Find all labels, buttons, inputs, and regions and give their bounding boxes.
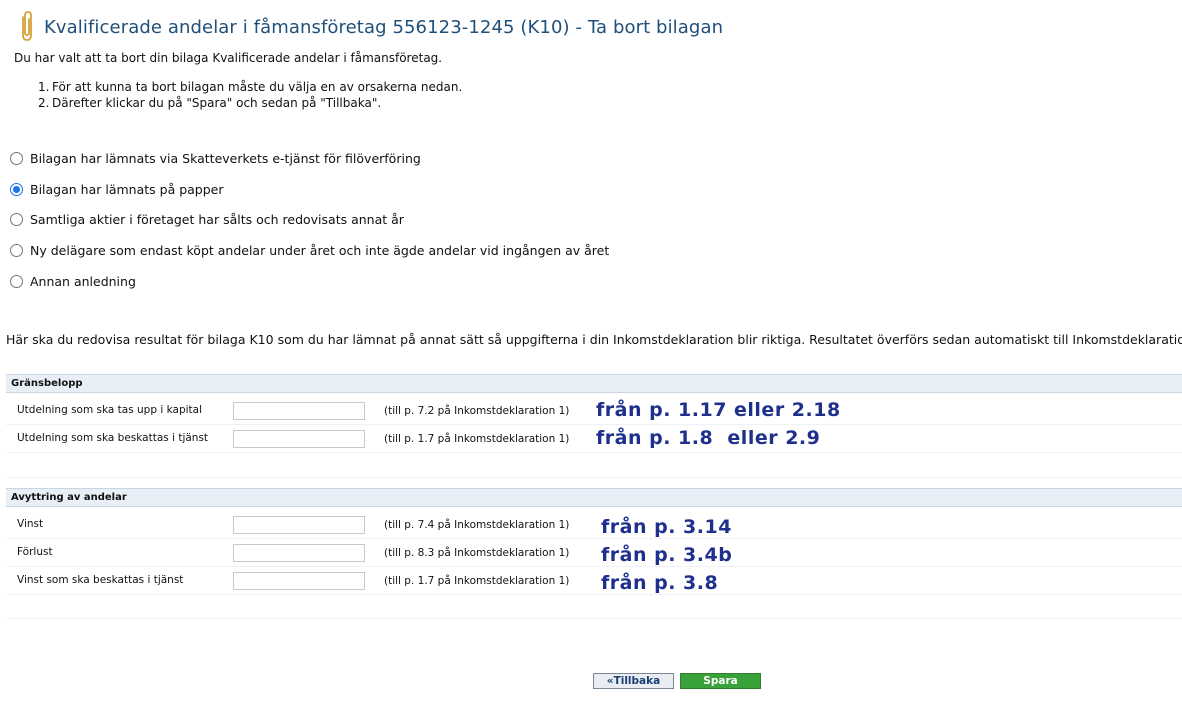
field-reference: (till p. 1.7 på Inkomstdeklaration 1) xyxy=(384,433,570,445)
reason-label: Bilagan har lämnats via Skatteverkets e-… xyxy=(30,151,421,166)
field-label: Förlust xyxy=(17,546,53,558)
vinst-tjanst-input[interactable] xyxy=(233,572,365,590)
handwritten-note: från p. 1.17 eller 2.18 xyxy=(596,399,841,421)
handwritten-note: från p. 3.14 xyxy=(601,516,732,538)
avyttring-section: Avyttring av andelar Vinst (till p. 7.4 … xyxy=(6,488,1182,619)
field-label: Utdelning som ska beskattas i tjänst xyxy=(17,432,209,444)
form-row: Utdelning som ska tas upp i kapital (til… xyxy=(6,397,1182,425)
section-header: Avyttring av andelar xyxy=(6,489,1182,507)
reason-label: Bilagan har lämnats på papper xyxy=(30,182,224,197)
page-header: Kvalificerade andelar i fåmansföretag 55… xyxy=(16,10,723,44)
back-button[interactable]: «Tillbaka xyxy=(593,673,674,689)
forlust-input[interactable] xyxy=(233,544,365,562)
radio-button-selected[interactable] xyxy=(10,183,23,196)
info-text: Här ska du redovisa resultat för bilaga … xyxy=(6,332,1182,347)
form-row: Utdelning som ska beskattas i tjänst (ti… xyxy=(6,425,1182,453)
instruction-list: 1. För att kunna ta bort bilagan måste du… xyxy=(38,79,462,111)
instruction-step: 1. För att kunna ta bort bilagan måste du… xyxy=(38,80,463,94)
utdelning-kapital-input[interactable] xyxy=(233,402,365,420)
field-label: Vinst som ska beskattas i tjänst xyxy=(17,574,184,586)
radio-button[interactable] xyxy=(10,152,23,165)
intro-text: Du har valt att ta bort din bilaga Kvali… xyxy=(14,51,443,65)
handwritten-note: från p. 1.8 eller 2.9 xyxy=(596,427,821,449)
form-row: Förlust (till p. 8.3 på Inkomstdeklarati… xyxy=(6,539,1182,567)
reason-option-papper[interactable]: Bilagan har lämnats på papper xyxy=(10,182,224,197)
radio-button[interactable] xyxy=(10,213,23,226)
handwritten-note: från p. 3.4b xyxy=(601,544,733,566)
field-label: Utdelning som ska tas upp i kapital xyxy=(17,404,202,416)
paperclip-icon xyxy=(22,11,32,41)
form-row: Vinst som ska beskattas i tjänst (till p… xyxy=(6,567,1182,595)
page-title: Kvalificerade andelar i fåmansföretag 55… xyxy=(44,16,724,38)
instruction-step: 2. Därefter klickar du på "Spara" och sed… xyxy=(38,96,382,110)
section-header: Gränsbelopp xyxy=(6,375,1182,393)
form-row: Vinst (till p. 7.4 på Inkomstdeklaration… xyxy=(6,511,1182,539)
field-reference: (till p. 7.2 på Inkomstdeklaration 1) xyxy=(384,405,570,417)
reason-option-annan[interactable]: Annan anledning xyxy=(10,274,136,289)
field-reference: (till p. 1.7 på Inkomstdeklaration 1) xyxy=(384,575,570,587)
save-button[interactable]: Spara xyxy=(680,673,761,689)
reason-option-filoverforing[interactable]: Bilagan har lämnats via Skatteverkets e-… xyxy=(10,151,421,166)
reason-option-salda-aktier[interactable]: Samtliga aktier i företaget har sålts oc… xyxy=(10,212,404,227)
reason-label: Annan anledning xyxy=(30,274,136,289)
reason-label: Ny delägare som endast köpt andelar unde… xyxy=(30,243,610,258)
row-divider xyxy=(6,452,1182,453)
field-reference: (till p. 7.4 på Inkomstdeklaration 1) xyxy=(384,519,570,531)
field-reference: (till p. 8.3 på Inkomstdeklaration 1) xyxy=(384,547,570,559)
field-label: Vinst xyxy=(17,518,44,530)
radio-button[interactable] xyxy=(10,275,23,288)
utdelning-tjanst-input[interactable] xyxy=(233,430,365,448)
radio-button[interactable] xyxy=(10,244,23,257)
gransbelopp-section: Gränsbelopp Utdelning som ska tas upp i … xyxy=(6,374,1182,478)
vinst-input[interactable] xyxy=(233,516,365,534)
reason-option-ny-delagare[interactable]: Ny delägare som endast köpt andelar unde… xyxy=(10,243,609,258)
reason-label: Samtliga aktier i företaget har sålts oc… xyxy=(30,212,404,227)
handwritten-note: från p. 3.8 xyxy=(601,572,719,594)
row-divider xyxy=(6,594,1182,595)
